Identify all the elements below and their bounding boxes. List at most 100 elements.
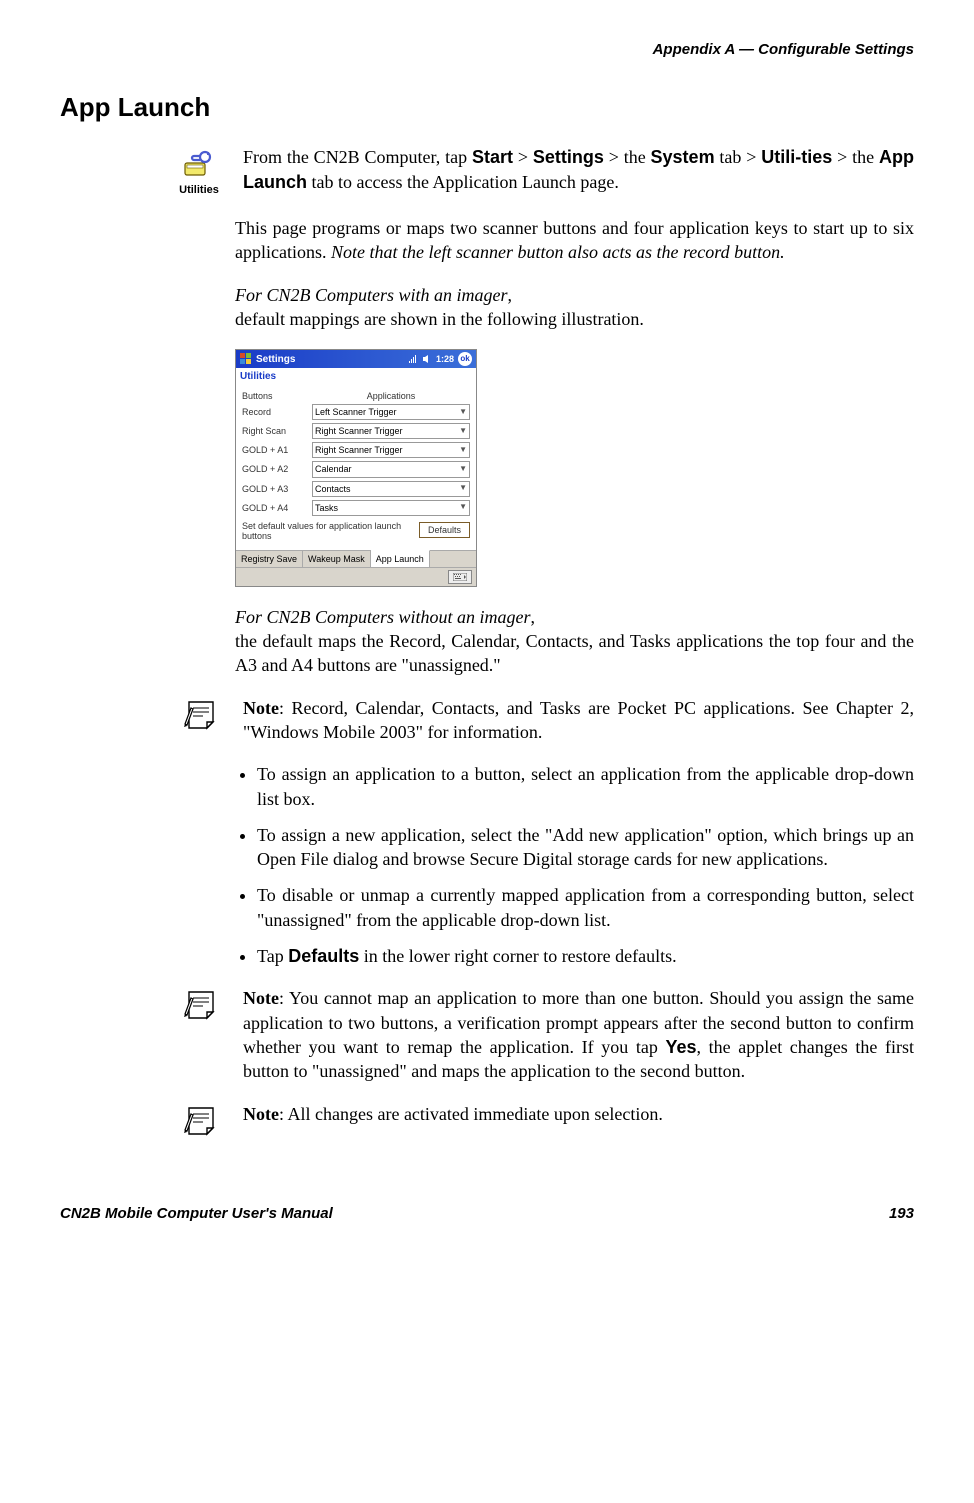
utilities-icon-col: Utilities [60, 145, 231, 198]
ppc-clock: 1:28 [436, 353, 454, 365]
chevron-down-icon: ▼ [459, 502, 467, 513]
note3-icon-col [60, 1102, 231, 1144]
ppc-row-1-val: Right Scanner Trigger [315, 425, 403, 437]
note3-block: Note: All changes are activated immediat… [60, 1102, 914, 1144]
note2-prefix: Note [243, 988, 279, 1008]
utilities-icon-wrap: Utilities [175, 145, 223, 198]
ppc-ok: ok [458, 352, 472, 366]
ppc-row-0: Record Left Scanner Trigger▼ [242, 404, 470, 420]
page-footer: CN2B Mobile Computer User's Manual 193 [60, 1204, 914, 1224]
para3a: For CN2B Computers without an imager [235, 607, 531, 627]
ppc-header-row: Buttons Applications [242, 390, 470, 402]
note3-body: : All changes are activated immediate up… [279, 1104, 663, 1124]
ppc-row-4: GOLD + A3 Contacts ▼ [242, 481, 470, 497]
bullet-2: To assign a new application, select the … [257, 823, 914, 872]
ppc-row-1-dd: Right Scanner Trigger ▼ [312, 423, 470, 439]
ppc-defaults-button: Defaults [419, 522, 470, 538]
ppc-row-5: GOLD + A4 Tasks ▼ [242, 500, 470, 516]
ppc-body: Buttons Applications Record Left Scanner… [236, 386, 476, 544]
note2-yes: Yes [665, 1037, 696, 1057]
ppc-tab-wakeup: Wakeup Mask [303, 551, 371, 567]
ppc-row-2-label: GOLD + A1 [242, 444, 312, 456]
ppc-row-3: GOLD + A2 Calendar ▼ [242, 461, 470, 477]
para2a: For CN2B Computers with an imager [235, 285, 508, 305]
para2: For CN2B Computers with an imager, defau… [235, 283, 914, 332]
bullet-4a: Tap [257, 946, 288, 966]
ppc-tabs: Registry Save Wakeup Mask App Launch [236, 550, 476, 567]
ppc-sip-bar [236, 567, 476, 586]
note-icon [183, 696, 223, 732]
ppc-row-3-val: Calendar [315, 463, 352, 475]
ppc-row-2-dd: Right Scanner Trigger ▼ [312, 442, 470, 458]
intro-system: System [651, 147, 715, 167]
bullet-3: To disable or unmap a currently mapped a… [257, 883, 914, 932]
footer-left: CN2B Mobile Computer User's Manual [60, 1204, 333, 1224]
para3c: the default maps the Record, Calendar, C… [235, 631, 914, 675]
ppc-row-5-label: GOLD + A4 [242, 502, 312, 514]
note-icon [183, 986, 223, 1022]
bullet-1: To assign an application to a button, se… [257, 762, 914, 811]
ppc-row-0-label: Record [242, 406, 312, 418]
section-title: App Launch [60, 90, 914, 125]
ppc-tab-applaunch: App Launch [371, 550, 430, 567]
chevron-down-icon: ▼ [459, 483, 467, 494]
intro-settings: Settings [533, 147, 604, 167]
note2-icon-col [60, 986, 231, 1028]
ppc-col-buttons: Buttons [242, 390, 312, 402]
pocketpc-screenshot: Settings 1:28 ok Utilities Buttons Appli… [235, 349, 477, 586]
para3b: , [531, 607, 536, 627]
keyboard-icon [448, 570, 472, 584]
note1-prefix: Note [243, 698, 279, 718]
page-header-right: Appendix A — Configurable Settings [60, 40, 914, 60]
ppc-row-4-val: Contacts [315, 483, 351, 495]
note1-icon-col [60, 696, 231, 738]
ppc-col-apps: Applications [312, 390, 470, 402]
ppc-row-4-label: GOLD + A3 [242, 483, 312, 495]
note1-text: Note: Record, Calendar, Contacts, and Ta… [243, 696, 914, 745]
note1-body: : Record, Calendar, Contacts, and Tasks … [243, 698, 914, 742]
ppc-row-2-val: Right Scanner Trigger [315, 444, 403, 456]
note2-block: Note: You cannot map an application to m… [60, 986, 914, 1083]
intro-gt2: > the [604, 147, 651, 167]
intro-prefix: From the CN2B Computer, tap [243, 147, 472, 167]
utilities-icon [181, 145, 217, 181]
ppc-row-1: Right Scan Right Scanner Trigger ▼ [242, 423, 470, 439]
intro-start: Start [472, 147, 513, 167]
intro-suffix: tab to access the Application Launch pag… [307, 172, 619, 192]
ppc-row-1-label: Right Scan [242, 425, 312, 437]
windows-flag-icon [240, 353, 252, 365]
utilities-label: Utilities [179, 183, 219, 198]
ppc-row-5-dd: Tasks ▼ [312, 500, 470, 516]
para3: For CN2B Computers without an imager, th… [235, 605, 914, 678]
ppc-defaults-text: Set default values for application launc… [242, 522, 413, 542]
bullet-4c: in the lower right corner to restore def… [359, 946, 676, 966]
note-icon [183, 1102, 223, 1138]
para1b: Note that the left scanner button also a… [331, 242, 785, 262]
para1: This page programs or maps two scanner b… [235, 216, 914, 265]
intro-util2: ties [801, 147, 832, 167]
chevron-down-icon: ▼ [459, 407, 467, 418]
ppc-title-text: Settings [256, 353, 295, 367]
note1-block: Note: Record, Calendar, Contacts, and Ta… [60, 696, 914, 745]
bullet-4: Tap Defaults in the lower right corner t… [257, 944, 914, 968]
ppc-row-4-dd: Contacts ▼ [312, 481, 470, 497]
ppc-title-bar: Settings 1:28 ok [236, 350, 476, 368]
ppc-row-3-label: GOLD + A2 [242, 463, 312, 475]
note2-text: Note: You cannot map an application to m… [243, 986, 914, 1083]
chevron-down-icon: ▼ [459, 464, 467, 475]
instructions-list: To assign an application to a button, se… [235, 762, 914, 968]
footer-right: 193 [889, 1204, 914, 1224]
intro-block: Utilities From the CN2B Computer, tap St… [60, 145, 914, 198]
signal-icon [408, 354, 418, 364]
para2b: , [508, 285, 513, 305]
speaker-icon [422, 354, 432, 364]
chevron-down-icon: ▼ [459, 426, 467, 437]
intro-util1: Utili- [761, 147, 801, 167]
ppc-defaults-row: Set default values for application launc… [242, 522, 470, 542]
note3-text: Note: All changes are activated immediat… [243, 1102, 914, 1126]
ppc-row-3-dd: Calendar ▼ [312, 461, 470, 477]
chevron-down-icon: ▼ [459, 445, 467, 456]
ppc-row-5-val: Tasks [315, 502, 338, 514]
ppc-row-0-dd: Left Scanner Trigger▼ [312, 404, 470, 420]
para2c: default mappings are shown in the follow… [235, 309, 644, 329]
